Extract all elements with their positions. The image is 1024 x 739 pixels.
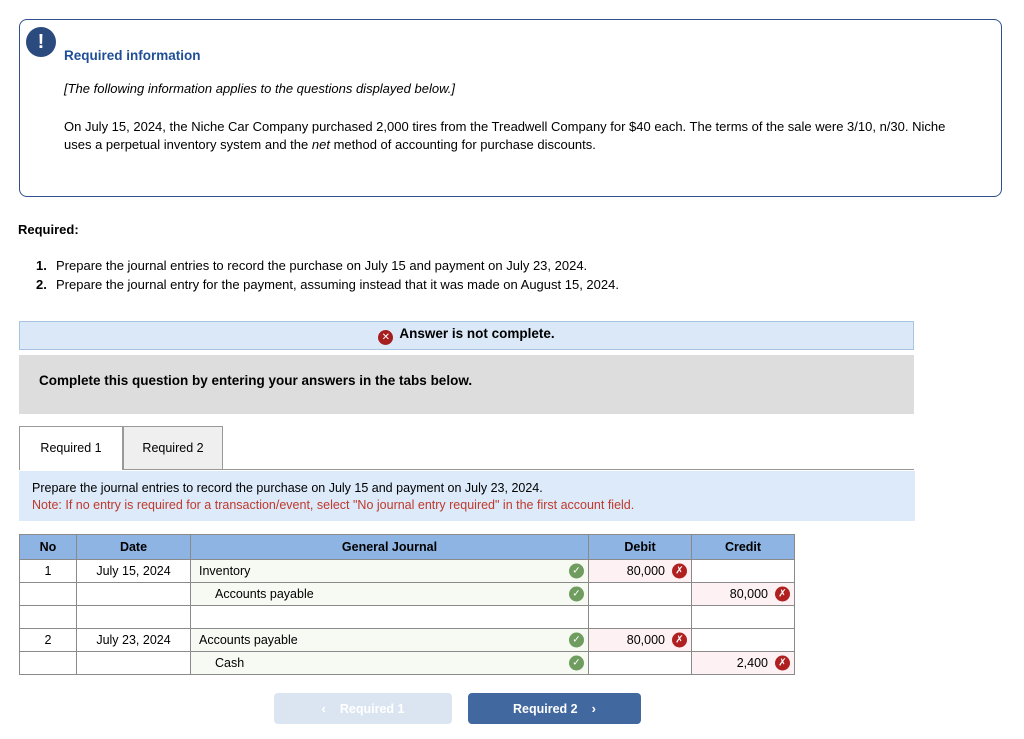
cell-date <box>76 605 191 629</box>
tab-required-2[interactable]: Required 2 <box>123 426 223 469</box>
column-header-debit: Debit <box>588 534 692 560</box>
tab-navigation-buttons: ‹ Required 1 Required 2 › <box>274 693 754 724</box>
table-row: Cash ✓ 2,400 ✗ <box>19 651 795 675</box>
check-icon: ✓ <box>569 586 584 602</box>
check-icon: ✓ <box>569 632 584 648</box>
cell-date: July 23, 2024 <box>76 628 191 652</box>
answer-status-text: ✕ Answer is not complete. <box>378 326 555 345</box>
check-icon: ✓ <box>569 655 584 671</box>
debit-value: 80,000 <box>626 564 665 578</box>
cell-no <box>19 651 77 675</box>
complete-question-bar: Complete this question by entering your … <box>19 355 914 414</box>
account-field[interactable]: Accounts payable ✓ <box>190 582 589 606</box>
error-x-icon: ✕ <box>378 330 394 345</box>
x-icon: ✗ <box>672 563 687 579</box>
table-header: No Date General Journal Debit Credit <box>19 534 795 560</box>
account-field[interactable]: Inventory ✓ <box>190 559 589 583</box>
required-heading: Required: <box>18 222 79 237</box>
cell-date <box>76 582 191 606</box>
note-instruction-line: Prepare the journal entries to record th… <box>32 481 543 495</box>
list-item: 1. Prepare the journal entries to record… <box>18 256 619 275</box>
column-header-date: Date <box>76 534 191 560</box>
previous-button-label: Required 1 <box>339 701 405 716</box>
check-icon: ✓ <box>569 563 584 579</box>
credit-field[interactable] <box>691 628 795 652</box>
answer-status-bar: ✕ Answer is not complete. <box>19 321 914 350</box>
table-row: 1 July 15, 2024 Inventory ✓ 80,000 ✗ <box>19 559 795 583</box>
exclamation-icon: ! <box>26 27 56 57</box>
complete-question-text: Complete this question by entering your … <box>39 373 473 388</box>
question-note-panel: Prepare the journal entries to record th… <box>19 471 915 521</box>
account-field[interactable]: Cash ✓ <box>190 651 589 675</box>
x-icon: ✗ <box>775 586 790 602</box>
x-icon: ✗ <box>672 632 687 648</box>
list-item-text: Prepare the journal entries to record th… <box>56 258 588 273</box>
required-information-callout: ! Required information [The following in… <box>19 19 1002 197</box>
credit-field[interactable]: 80,000 ✗ <box>691 582 795 606</box>
credit-field[interactable] <box>691 559 795 583</box>
body-text-part2: method of accounting for purchase discou… <box>329 137 596 152</box>
cell-no: 2 <box>19 628 77 652</box>
cell-no <box>19 605 77 629</box>
credit-value: 80,000 <box>729 587 768 601</box>
credit-field[interactable] <box>691 605 795 629</box>
column-header-no: No <box>19 534 77 560</box>
table-header-row: No Date General Journal Debit Credit <box>19 534 795 560</box>
column-header-credit: Credit <box>691 534 795 560</box>
account-name: Accounts payable <box>215 587 314 601</box>
debit-field[interactable]: 80,000 ✗ <box>588 628 692 652</box>
general-journal-table: No Date General Journal Debit Credit 1 J… <box>19 534 795 675</box>
cell-date <box>76 651 191 675</box>
account-field[interactable]: Accounts payable ✓ <box>190 628 589 652</box>
debit-field[interactable] <box>588 582 692 606</box>
chevron-left-icon: ‹ <box>321 701 326 716</box>
cell-no <box>19 582 77 606</box>
x-icon: ✗ <box>775 655 790 671</box>
table-row <box>19 605 795 629</box>
required-information-subnote: [The following information applies to th… <box>64 81 455 96</box>
list-item-number: 1. <box>36 258 47 273</box>
cell-no: 1 <box>19 559 77 583</box>
debit-field[interactable] <box>588 605 692 629</box>
credit-field[interactable]: 2,400 ✗ <box>691 651 795 675</box>
note-warning-line: Note: If no entry is required for a tran… <box>32 498 635 512</box>
table-body: 1 July 15, 2024 Inventory ✓ 80,000 ✗ Accou… <box>19 559 795 675</box>
answer-status-label: Answer is not complete. <box>399 326 555 341</box>
list-item: 2. Prepare the journal entry for the pay… <box>18 275 619 294</box>
required-information-content: Required information [The following info… <box>20 20 1001 154</box>
column-header-general-journal: General Journal <box>190 534 589 560</box>
tab-required-1[interactable]: Required 1 <box>19 426 123 470</box>
account-name: Cash <box>215 656 245 670</box>
account-name: Inventory <box>199 564 251 578</box>
account-field[interactable] <box>190 605 589 629</box>
chevron-right-icon: › <box>591 701 596 716</box>
list-item-text: Prepare the journal entry for the paymen… <box>56 277 619 292</box>
account-name: Accounts payable <box>199 633 298 647</box>
next-required-2-button[interactable]: Required 2 › <box>468 693 641 724</box>
debit-field[interactable] <box>588 651 692 675</box>
required-list: 1. Prepare the journal entries to record… <box>18 256 619 294</box>
debit-field[interactable]: 80,000 ✗ <box>588 559 692 583</box>
table-row: 2 July 23, 2024 Accounts payable ✓ 80,000… <box>19 628 795 652</box>
required-information-title: Required information <box>64 48 201 63</box>
next-button-label: Required 2 <box>513 701 578 716</box>
required-information-body: On July 15, 2024, the Niche Car Company … <box>64 118 961 154</box>
tab-strip: Required 1 Required 2 <box>19 426 914 470</box>
credit-value: 2,400 <box>736 656 768 670</box>
body-text-emphasis: net <box>311 137 330 152</box>
previous-required-1-button[interactable]: ‹ Required 1 <box>274 693 452 724</box>
table-row: Accounts payable ✓ 80,000 ✗ <box>19 582 795 606</box>
list-item-number: 2. <box>36 277 47 292</box>
debit-value: 80,000 <box>626 633 665 647</box>
cell-date: July 15, 2024 <box>76 559 191 583</box>
